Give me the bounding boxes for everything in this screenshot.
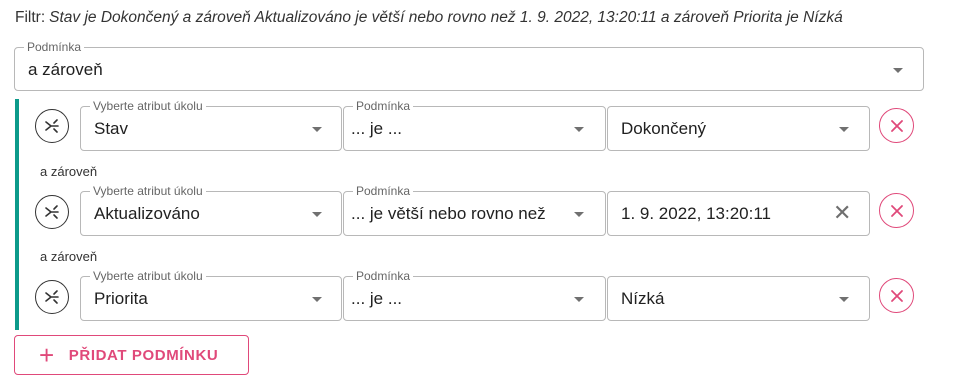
chevron-down-icon xyxy=(312,212,322,217)
chevron-down-icon xyxy=(839,297,849,302)
remove-condition-button[interactable] xyxy=(879,278,914,313)
chevron-down-icon xyxy=(574,297,584,302)
group-rail xyxy=(15,99,19,330)
operand-input-value: 1. 9. 2022, 13:20:11 xyxy=(621,204,771,223)
filter-expression: Stav je Dokončený a zároveň Aktualizován… xyxy=(49,9,843,26)
attribute-select-label: Vyberte atribut úkolu xyxy=(90,269,206,283)
group-condition-select[interactable]: Podmínka a zároveň xyxy=(14,40,924,91)
join-label: a zároveň xyxy=(40,164,98,179)
operator-select-value: ... je větší nebo rovno než xyxy=(351,204,546,223)
group-condition-label: Podmínka xyxy=(24,40,85,54)
operator-select[interactable]: Podmínka ... je větší nebo rovno než xyxy=(343,184,606,236)
close-icon xyxy=(890,204,903,217)
condition-type-icon[interactable] xyxy=(35,195,69,229)
group-condition-value: a zároveň xyxy=(28,60,103,79)
operator-select-label: Podmínka xyxy=(353,269,414,283)
operator-select[interactable]: Podmínka ... je ... xyxy=(343,99,606,151)
condition-type-icon[interactable] xyxy=(35,109,69,143)
operator-select-value: ... je ... xyxy=(351,119,403,138)
operand-select-value: Dokončený xyxy=(621,119,707,138)
remove-condition-button[interactable] xyxy=(879,193,914,228)
close-icon xyxy=(890,289,903,302)
chevron-down-icon xyxy=(893,68,903,73)
chevron-down-icon xyxy=(574,212,584,217)
filter-summary: Filtr: Stav je Dokončený a zároveň Aktual… xyxy=(15,9,965,27)
filter-prefix: Filtr: xyxy=(15,9,46,26)
chevron-down-icon xyxy=(839,127,849,132)
attribute-select-value: Stav xyxy=(94,119,129,138)
operator-select-value: ... je ... xyxy=(351,289,403,308)
operator-select-label: Podmínka xyxy=(353,184,414,198)
attribute-select-label: Vyberte atribut úkolu xyxy=(90,99,206,113)
operator-select-label: Podmínka xyxy=(353,99,414,113)
close-icon xyxy=(890,119,903,132)
clear-icon[interactable]: ✕ xyxy=(833,202,851,224)
add-condition-button[interactable]: + PŘIDAT PODMÍNKU xyxy=(14,335,249,375)
chevron-down-icon xyxy=(574,127,584,132)
operand-select[interactable]: Dokončený xyxy=(607,106,870,151)
plus-icon: + xyxy=(39,340,55,370)
operator-select[interactable]: Podmínka ... je ... xyxy=(343,269,606,321)
attribute-select-value: Aktualizováno xyxy=(94,204,200,223)
add-condition-label: PŘIDAT PODMÍNKU xyxy=(68,346,219,364)
attribute-select[interactable]: Vyberte atribut úkolu Aktualizováno xyxy=(80,184,342,236)
condition-type-icon[interactable] xyxy=(35,280,69,314)
join-label: a zároveň xyxy=(40,249,98,264)
operand-select-value: Nízká xyxy=(621,289,665,308)
attribute-select[interactable]: Vyberte atribut úkolu Stav xyxy=(80,99,342,151)
chevron-down-icon xyxy=(312,127,322,132)
attribute-select-value: Priorita xyxy=(94,289,148,308)
operand-input[interactable]: 1. 9. 2022, 13:20:11 ✕ xyxy=(607,191,870,236)
operand-select[interactable]: Nízká xyxy=(607,276,870,321)
remove-condition-button[interactable] xyxy=(879,108,914,143)
attribute-select[interactable]: Vyberte atribut úkolu Priorita xyxy=(80,269,342,321)
attribute-select-label: Vyberte atribut úkolu xyxy=(90,184,206,198)
chevron-down-icon xyxy=(312,297,322,302)
